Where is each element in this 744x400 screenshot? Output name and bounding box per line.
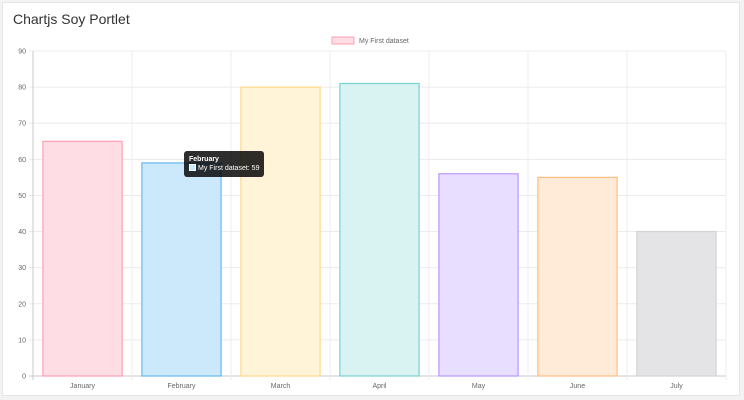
y-tick-label: 30: [18, 265, 26, 272]
bar-february[interactable]: [141, 162, 222, 377]
y-tick-label: 50: [18, 193, 26, 200]
bar-march[interactable]: [240, 86, 321, 377]
x-tick-label: February: [167, 383, 196, 390]
y-tick-label: 70: [18, 121, 26, 128]
x-tick-label: July: [670, 383, 683, 390]
legend-label[interactable]: My First dataset: [359, 38, 409, 45]
legend[interactable]: My First dataset: [331, 36, 409, 45]
x-tick-label: March: [271, 383, 291, 390]
y-tick-label: 80: [18, 85, 26, 92]
bars: [42, 82, 717, 377]
bar-chart[interactable]: 0 10 20 30 40 50 60 70 80 90 January February March A…: [0, 0, 744, 400]
tooltip-title: February: [189, 156, 219, 163]
x-tick-label: June: [570, 383, 585, 390]
y-tick-label: 60: [18, 157, 26, 164]
bar-april[interactable]: [339, 82, 420, 377]
legend-swatch[interactable]: [331, 36, 355, 45]
chart-tooltip: February My First dataset: 59: [184, 151, 265, 177]
x-tick-label: May: [472, 383, 486, 390]
bar-june[interactable]: [537, 176, 618, 377]
y-tick-label: 40: [18, 229, 26, 236]
y-tick-label: 10: [18, 337, 26, 344]
bar-january[interactable]: [42, 140, 123, 377]
bar-may[interactable]: [438, 173, 519, 377]
y-tick-label: 20: [18, 301, 26, 308]
bar-july[interactable]: [636, 230, 717, 377]
x-tick-label: April: [372, 383, 386, 390]
x-tick-label: January: [70, 383, 95, 390]
tooltip-swatch: [189, 164, 196, 171]
y-tick-label: 90: [18, 49, 26, 56]
tooltip-body: My First dataset: 59: [198, 165, 260, 172]
y-tick-label: 0: [22, 374, 26, 381]
